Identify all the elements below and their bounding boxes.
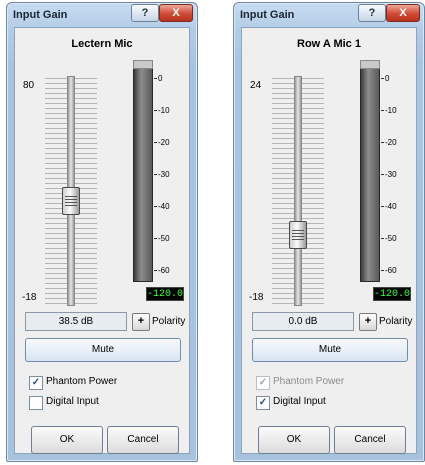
scale-mark: [154, 78, 157, 79]
knob-grip-line: [292, 230, 304, 231]
scale-mark: [154, 270, 157, 271]
scale-label: 0: [385, 74, 390, 83]
polarity-label: Polarity: [152, 316, 186, 327]
scale-mark: [154, 142, 157, 143]
scale-mark: [154, 110, 157, 111]
window-title: Input Gain: [13, 9, 68, 21]
scale-label: -40: [385, 202, 397, 211]
knob-grip-line: [292, 239, 304, 240]
input-gain-dialog-1: Input Gain ? X Lectern Mic 80 -18 0 -10 -2…: [6, 2, 198, 462]
knob-grip-line: [65, 205, 77, 206]
ok-button[interactable]: OK: [258, 426, 330, 454]
meter-cap: [360, 60, 380, 69]
gain-fader[interactable]: [45, 76, 97, 306]
meter-scale: 0 -10 -20 -30 -40 -50 -60: [381, 66, 411, 282]
gain-value-field[interactable]: 0.0 dB: [252, 312, 354, 331]
scale-mark: [381, 238, 384, 239]
channel-name: Row A Mic 1: [297, 38, 361, 50]
fader-min-label: -18: [22, 292, 37, 303]
digital-input-checkbox[interactable]: [29, 396, 43, 410]
meter-cap: [133, 60, 153, 69]
fader-min-label: -18: [249, 292, 264, 303]
scale-mark: [381, 142, 384, 143]
meter-scale: 0 -10 -20 -30 -40 -50 -60: [154, 66, 184, 282]
fader-max-label: 80: [23, 80, 35, 91]
dialog-body: Lectern Mic 80 -18 0 -10 -20 -30 -40 -50 -60 -…: [14, 27, 190, 454]
channel-name: Lectern Mic: [71, 38, 133, 50]
scale-mark: [381, 174, 384, 175]
help-button[interactable]: ?: [131, 4, 159, 22]
scale-label: -40: [158, 202, 170, 211]
scale-label: -50: [158, 234, 170, 243]
scale-label: -60: [385, 266, 397, 275]
digital-input-label: Digital Input: [46, 396, 99, 407]
digital-input-checkbox[interactable]: ✓: [256, 396, 270, 410]
knob-grip-line: [292, 233, 304, 234]
window-title: Input Gain: [240, 9, 295, 21]
peak-readout: -120.0: [373, 287, 411, 301]
fader-knob[interactable]: [289, 221, 307, 249]
scale-mark: [381, 78, 384, 79]
phantom-power-label: Phantom Power: [273, 376, 345, 387]
scale-mark: [154, 238, 157, 239]
title-bar[interactable]: Input Gain ? X: [7, 3, 197, 27]
mute-button[interactable]: Mute: [25, 338, 181, 362]
input-gain-dialog-2: Input Gain ? X Row A Mic 1 24 -18 0 -10 -2…: [233, 2, 425, 462]
phantom-power-checkbox[interactable]: ✓: [256, 376, 270, 390]
scale-label: -20: [158, 138, 170, 147]
peak-readout: -120.0: [146, 287, 184, 301]
fader-track[interactable]: [294, 76, 302, 306]
polarity-button[interactable]: +: [359, 313, 377, 331]
close-button[interactable]: X: [159, 4, 193, 22]
polarity-button[interactable]: +: [132, 313, 150, 331]
phantom-power-label: Phantom Power: [46, 376, 118, 387]
knob-grip-line: [65, 202, 77, 203]
scale-label: -60: [158, 266, 170, 275]
knob-grip-line: [65, 196, 77, 197]
close-button[interactable]: X: [386, 4, 420, 22]
scale-mark: [381, 270, 384, 271]
scale-label: 0: [158, 74, 163, 83]
gain-fader[interactable]: [272, 76, 324, 306]
cancel-button[interactable]: Cancel: [107, 426, 179, 454]
digital-input-label: Digital Input: [273, 396, 326, 407]
knob-grip-line: [292, 236, 304, 237]
scale-label: -10: [385, 106, 397, 115]
help-button[interactable]: ?: [358, 4, 386, 22]
ok-button[interactable]: OK: [31, 426, 103, 454]
scale-mark: [381, 206, 384, 207]
fader-max-label: 24: [250, 80, 262, 91]
knob-grip-line: [65, 199, 77, 200]
scale-label: -20: [385, 138, 397, 147]
scale-label: -50: [385, 234, 397, 243]
scale-label: -30: [385, 170, 397, 179]
level-meter: [133, 60, 153, 282]
level-meter: [360, 60, 380, 282]
scale-label: -10: [158, 106, 170, 115]
mute-button[interactable]: Mute: [252, 338, 408, 362]
fader-knob[interactable]: [62, 187, 80, 215]
scale-label: -30: [158, 170, 170, 179]
gain-value-field[interactable]: 38.5 dB: [25, 312, 127, 331]
cancel-button[interactable]: Cancel: [334, 426, 406, 454]
dialog-body: Row A Mic 1 24 -18 0 -10 -20 -30 -40 -50 -60 -…: [241, 27, 417, 454]
scale-mark: [154, 206, 157, 207]
polarity-label: Polarity: [379, 316, 413, 327]
scale-mark: [381, 110, 384, 111]
scale-mark: [154, 174, 157, 175]
title-bar[interactable]: Input Gain ? X: [234, 3, 424, 27]
phantom-power-checkbox[interactable]: ✓: [29, 376, 43, 390]
